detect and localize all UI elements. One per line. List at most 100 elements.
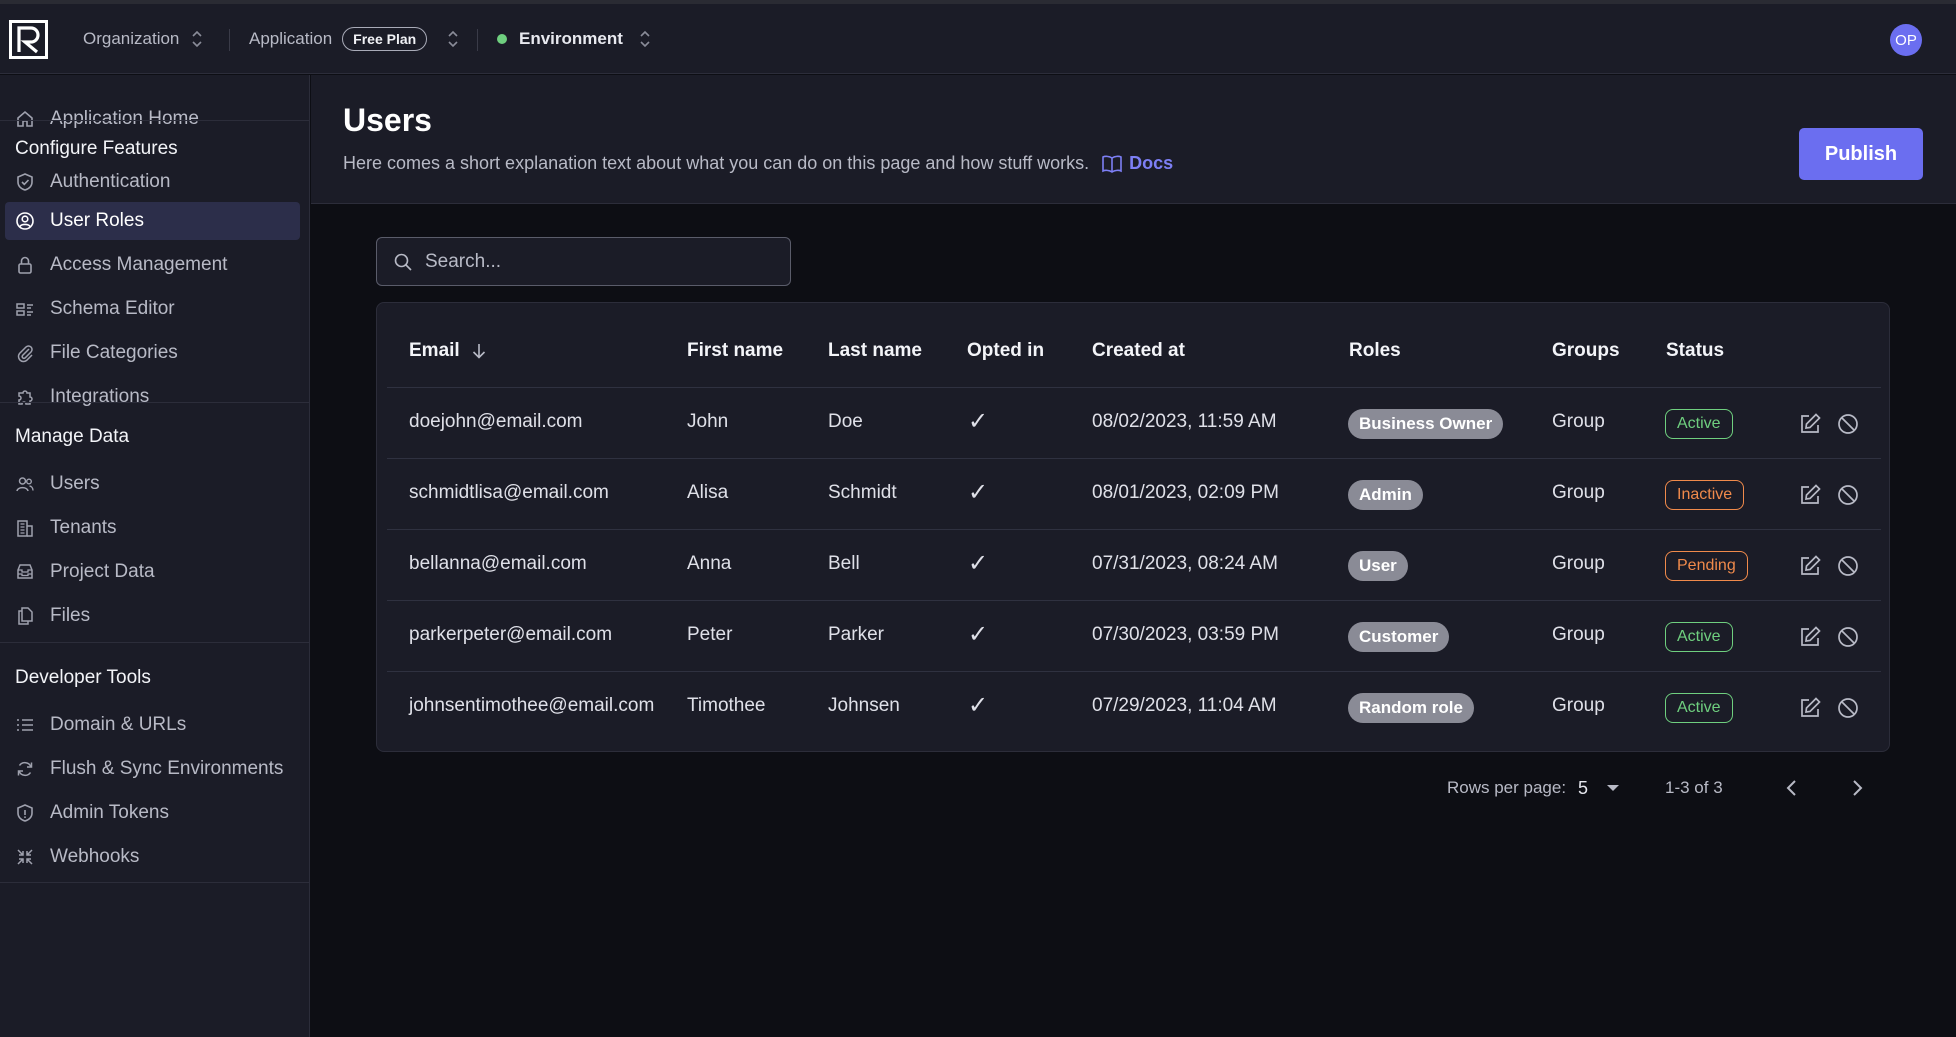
users-icon [16, 477, 34, 492]
previous-page-button[interactable] [1780, 770, 1804, 806]
sidebar-item-label: Admin Tokens [50, 802, 169, 823]
application-selector[interactable]: Application Free Plan [249, 4, 459, 74]
role-badge: Admin [1348, 480, 1423, 510]
sidebar-heading-manage-data: Manage Data [15, 426, 130, 447]
block-icon[interactable] [1836, 696, 1860, 720]
column-header-email[interactable]: Email [409, 340, 488, 362]
book-open-icon [1102, 155, 1122, 173]
sidebar-item-files[interactable]: Files [5, 597, 300, 635]
sidebar-item-integrations[interactable]: Integrations [5, 378, 300, 416]
cell-group: Group [1552, 695, 1605, 716]
sidebar-item-admin-tokens[interactable]: Admin Tokens [5, 794, 300, 832]
rows-per-page-value: 5 [1578, 777, 1589, 798]
status-badge: Active [1665, 693, 1733, 723]
sidebar-item-label: File Categories [50, 342, 178, 363]
block-icon[interactable] [1836, 625, 1860, 649]
sidebar-item-label: Files [50, 605, 91, 626]
sidebar-item-tenants[interactable]: Tenants [5, 509, 300, 547]
check-icon: ✓ [968, 692, 989, 719]
edit-icon[interactable] [1798, 483, 1822, 507]
sidebar-divider [0, 120, 310, 121]
cell-email: bellanna@email.com [409, 553, 587, 574]
column-header-created-at[interactable]: Created at [1092, 340, 1185, 362]
block-icon[interactable] [1836, 412, 1860, 436]
block-icon[interactable] [1836, 483, 1860, 507]
caret-down-icon [1607, 785, 1620, 791]
topbar-divider [229, 29, 230, 51]
arrow-down-icon [472, 344, 485, 359]
search-icon [394, 253, 412, 271]
cell-last-name: Parker [828, 624, 884, 645]
sidebar-item-authentication[interactable]: Authentication [5, 163, 300, 201]
organization-label: Organization [83, 29, 180, 48]
sidebar-item-application-home[interactable]: Application Home [5, 100, 300, 138]
column-header-groups[interactable]: Groups [1552, 340, 1620, 362]
edit-icon[interactable] [1798, 696, 1822, 720]
sidebar-item-file-categories[interactable]: File Categories [5, 334, 300, 372]
sidebar-item-domain-urls[interactable]: Domain & URLs [5, 706, 300, 744]
sidebar-item-label: Access Management [50, 254, 228, 275]
sidebar-divider [0, 882, 310, 883]
next-page-button[interactable] [1845, 770, 1869, 806]
sidebar-heading-developer-tools: Developer Tools [15, 667, 151, 688]
puzzle-icon [18, 390, 33, 405]
column-header-opted-in[interactable]: Opted in [967, 340, 1044, 362]
role-badge: Customer [1348, 622, 1450, 652]
rows-per-page: Rows per page: [1447, 770, 1566, 806]
edit-icon[interactable] [1798, 554, 1822, 578]
edit-icon[interactable] [1798, 625, 1822, 649]
sidebar-item-project-data[interactable]: Project Data [5, 553, 300, 591]
search-box[interactable] [376, 237, 791, 286]
table-divider [387, 458, 1881, 459]
shield-check-icon [17, 173, 33, 191]
cell-created-at: 07/30/2023, 03:59 PM [1092, 624, 1279, 645]
paperclip-icon [17, 345, 33, 363]
rows-per-page-select[interactable]: 5 [1578, 770, 1620, 806]
sidebar-item-user-roles[interactable]: User Roles [5, 202, 300, 240]
docs-link[interactable]: Docs [1101, 153, 1173, 174]
building-icon [17, 520, 33, 537]
sidebar-item-label: Authentication [50, 171, 171, 192]
cell-first-name: Peter [687, 624, 733, 645]
check-icon: ✓ [968, 479, 989, 506]
status-badge: Inactive [1665, 480, 1745, 510]
sidebar-item-users[interactable]: Users [5, 465, 300, 503]
inbox-stack-icon [17, 564, 33, 579]
column-header-first-name[interactable]: First name [687, 340, 783, 362]
cell-group: Group [1552, 482, 1605, 503]
column-header-label: Email [409, 340, 460, 361]
app-logo-icon[interactable] [9, 20, 48, 59]
table-divider [387, 387, 1881, 388]
organization-selector[interactable]: Organization [83, 4, 203, 74]
environment-selector[interactable]: Environment [497, 4, 651, 74]
sidebar-divider [0, 642, 310, 643]
cell-created-at: 07/29/2023, 11:04 AM [1092, 695, 1277, 716]
cell-created-at: 08/02/2023, 11:59 AM [1092, 411, 1277, 432]
cell-group: Group [1552, 411, 1605, 432]
sidebar-item-label: Project Data [50, 561, 155, 582]
sidebar-item-label: Tenants [50, 517, 117, 538]
publish-button[interactable]: Publish [1799, 128, 1923, 180]
column-header-status[interactable]: Status [1666, 340, 1724, 362]
sidebar-item-flush-sync[interactable]: Flush & Sync Environments [5, 750, 300, 788]
column-header-roles[interactable]: Roles [1349, 340, 1401, 362]
block-icon[interactable] [1836, 554, 1860, 578]
cell-last-name: Doe [828, 411, 863, 432]
sidebar-item-webhooks[interactable]: Webhooks [5, 838, 300, 876]
sidebar-item-schema-editor[interactable]: Schema Editor [5, 290, 300, 328]
search-input[interactable] [425, 250, 765, 273]
cell-first-name: John [687, 411, 729, 432]
cell-first-name: Anna [687, 553, 732, 574]
sidebar-item-access-management[interactable]: Access Management [5, 246, 300, 284]
cell-email: parkerpeter@email.com [409, 624, 613, 645]
edit-icon[interactable] [1798, 412, 1822, 436]
environment-label: Environment [519, 29, 623, 48]
shield-icon [17, 804, 33, 822]
pagination-range: 1-3 of 3 [1665, 770, 1723, 806]
column-header-last-name[interactable]: Last name [828, 340, 922, 362]
sidebar: Application Home Configure Features Auth… [0, 75, 310, 1037]
cell-email: schmidtlisa@email.com [409, 482, 609, 503]
cell-last-name: Johnsen [828, 695, 900, 716]
user-avatar[interactable]: OP [1890, 24, 1922, 56]
cell-group: Group [1552, 553, 1605, 574]
